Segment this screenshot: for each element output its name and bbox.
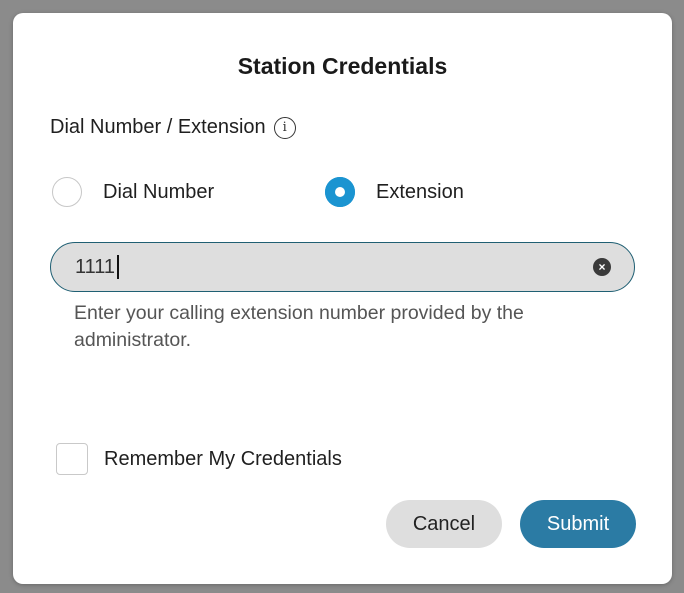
clear-input-icon[interactable]: × xyxy=(593,258,611,276)
text-caret xyxy=(117,255,119,279)
info-icon[interactable]: i xyxy=(273,116,296,139)
remember-credentials-row[interactable]: Remember My Credentials xyxy=(56,443,342,475)
radio-dial-number[interactable]: Dial Number xyxy=(52,177,214,207)
remember-credentials-checkbox[interactable] xyxy=(56,443,88,475)
radio-label-dial-number[interactable]: Dial Number xyxy=(103,181,214,204)
submit-button[interactable]: Submit xyxy=(520,500,636,548)
radio-extension[interactable]: Extension xyxy=(325,177,464,207)
section-label-text: Dial Number / Extension xyxy=(50,116,266,138)
dialog-title: Station Credentials xyxy=(237,53,448,79)
helper-text: Enter your calling extension number prov… xyxy=(74,302,524,351)
extension-input-text: 1111 xyxy=(75,255,116,278)
extension-input[interactable]: 1111 × xyxy=(50,242,635,292)
cancel-button[interactable]: Cancel xyxy=(386,500,502,548)
extension-input-value[interactable]: 1111 xyxy=(75,255,119,279)
radio-label-extension[interactable]: Extension xyxy=(376,181,464,204)
radio-button-dial-number[interactable] xyxy=(52,177,82,207)
station-credentials-dialog: Station Credentials Dial Number / Extens… xyxy=(13,13,672,584)
remember-credentials-label[interactable]: Remember My Credentials xyxy=(104,448,342,471)
dial-number-extension-label: Dial Number / Extension i xyxy=(50,116,296,139)
radio-button-extension[interactable] xyxy=(325,177,355,207)
